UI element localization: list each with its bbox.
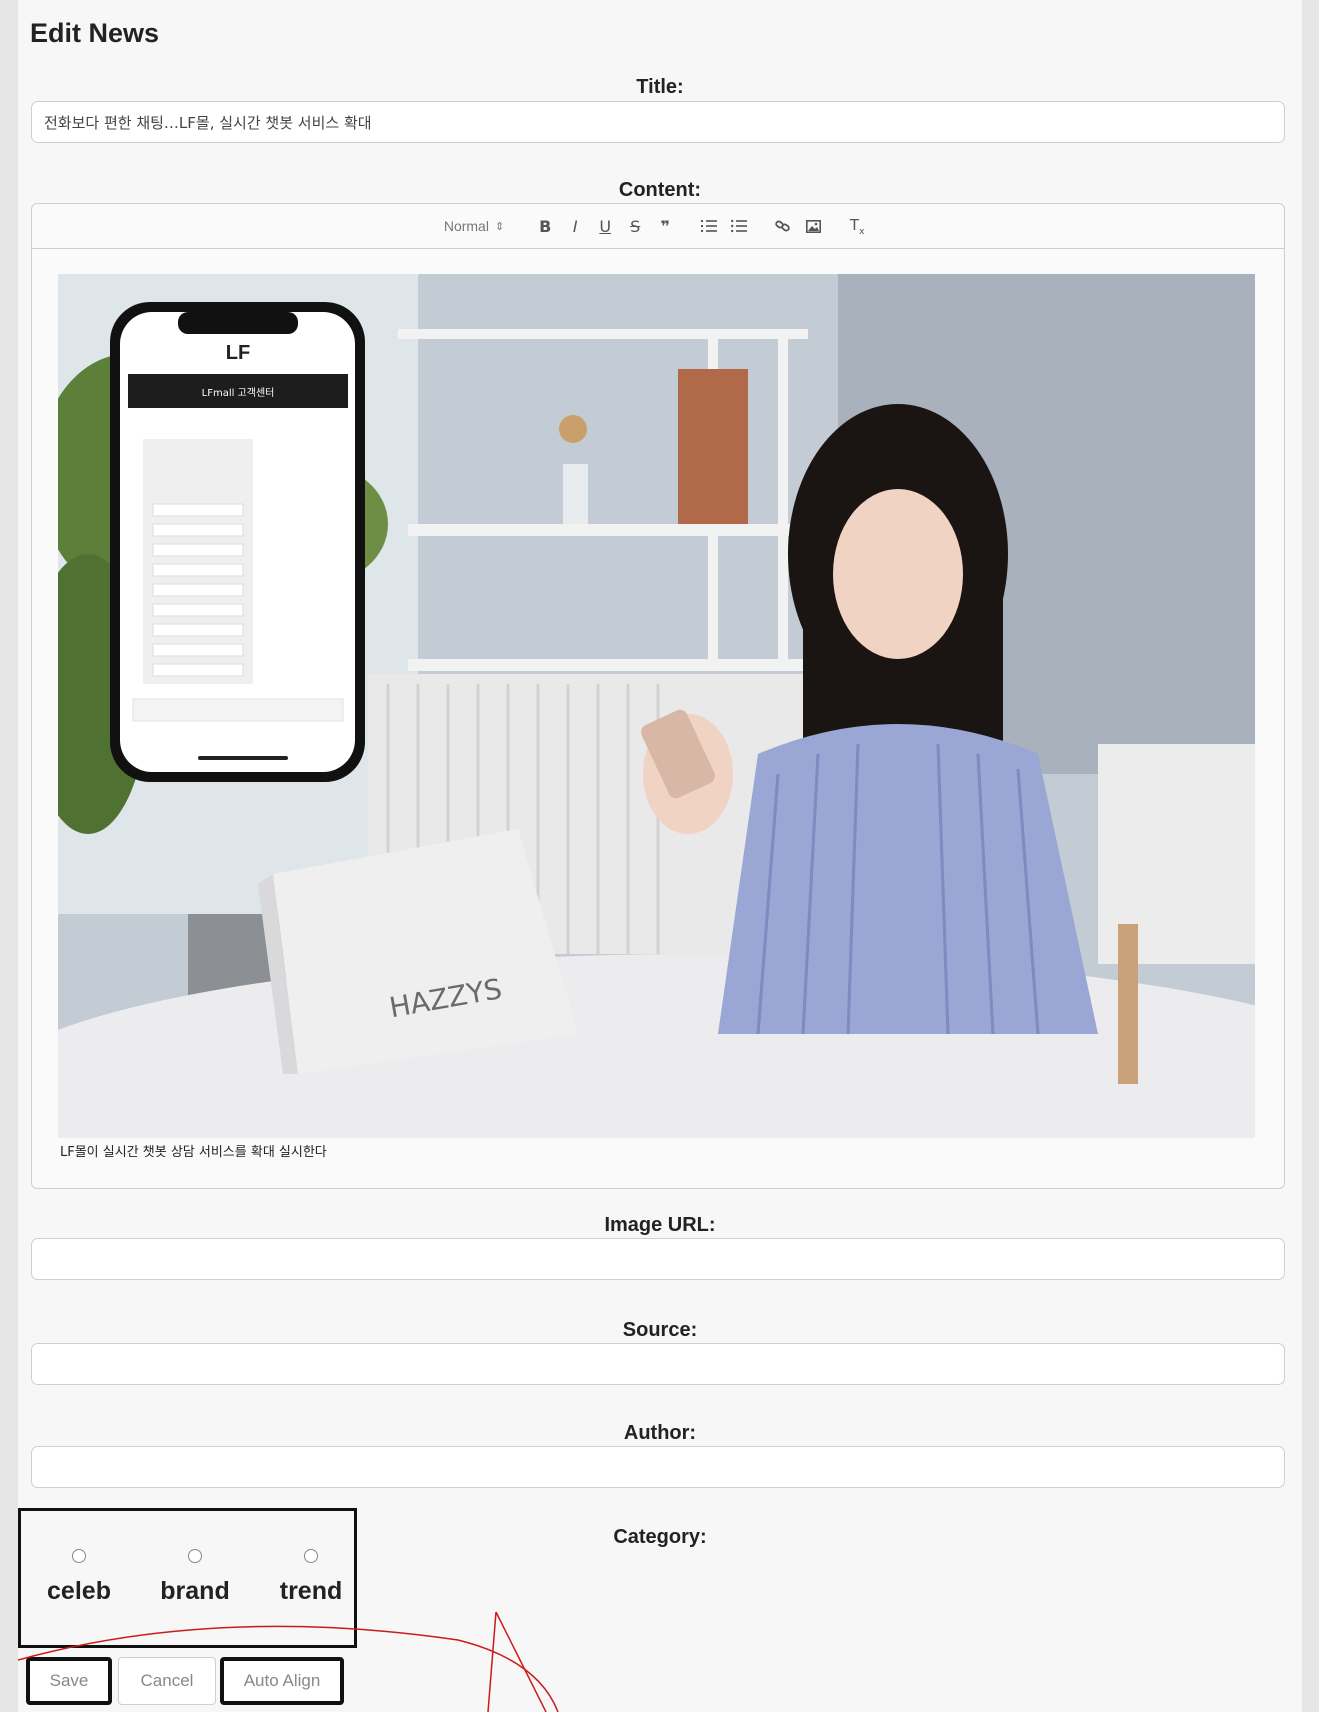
format-select[interactable]: Normal ⇕ bbox=[444, 218, 504, 234]
page-title: Edit News bbox=[30, 18, 160, 48]
bullet-list-icon bbox=[731, 219, 748, 233]
italic-icon: I bbox=[572, 216, 578, 236]
content-editor[interactable]: HAZZYS LF LFmall 고객센터 LF몰이 실시간 챗봇 상담 서비스… bbox=[31, 249, 1285, 1189]
format-select-value: Normal bbox=[443, 218, 489, 234]
radio-brand[interactable] bbox=[188, 1549, 202, 1563]
clear-format-button[interactable]: Tx bbox=[842, 212, 872, 240]
clear-format-icon: Tx bbox=[849, 215, 865, 237]
strike-button[interactable]: S bbox=[620, 212, 650, 240]
category-option-celeb[interactable]: celeb bbox=[29, 1549, 129, 1606]
select-arrows-icon: ⇕ bbox=[494, 220, 505, 233]
edit-news-page: Edit News Title: Content: Normal ⇕ B I U… bbox=[18, 0, 1302, 1712]
image-url-input[interactable] bbox=[31, 1238, 1285, 1280]
radio-trend[interactable] bbox=[304, 1549, 318, 1563]
image-icon bbox=[805, 219, 821, 233]
article-image: HAZZYS LF LFmall 고객센터 bbox=[58, 274, 1255, 1138]
link-button[interactable] bbox=[768, 212, 798, 240]
underline-button[interactable]: U bbox=[590, 212, 620, 240]
bold-button[interactable]: B bbox=[530, 212, 560, 240]
image-caption: LF몰이 실시간 챗봇 상담 서비스를 확대 실시한다 bbox=[60, 1145, 327, 1160]
bold-icon: B bbox=[539, 216, 552, 236]
editor-toolbar: Normal ⇕ B I U S ❞ Tx bbox=[31, 203, 1285, 249]
content-label: Content: bbox=[618, 179, 702, 201]
underline-icon: U bbox=[599, 216, 612, 236]
image-url-label: Image URL: bbox=[604, 1214, 716, 1236]
annotation-scribble bbox=[18, 1611, 559, 1712]
phone-logo-text: LF bbox=[226, 342, 250, 364]
ordered-list-button[interactable] bbox=[694, 212, 724, 240]
bullet-list-button[interactable] bbox=[724, 212, 754, 240]
category-option-brand[interactable]: brand bbox=[145, 1549, 245, 1606]
ordered-list-icon bbox=[701, 220, 718, 232]
quote-icon: ❞ bbox=[660, 216, 670, 236]
strikethrough-icon: S bbox=[630, 216, 641, 236]
title-input[interactable] bbox=[31, 101, 1285, 143]
link-icon bbox=[775, 220, 790, 232]
blockquote-button[interactable]: ❞ bbox=[650, 212, 680, 240]
title-label: Title: bbox=[636, 76, 684, 98]
author-input[interactable] bbox=[31, 1446, 1285, 1488]
radio-celeb[interactable] bbox=[72, 1549, 86, 1563]
source-input[interactable] bbox=[31, 1343, 1285, 1385]
author-label: Author: bbox=[623, 1422, 697, 1444]
source-label: Source: bbox=[622, 1319, 698, 1341]
italic-button[interactable]: I bbox=[560, 212, 590, 240]
category-option-trend[interactable]: trend bbox=[261, 1549, 361, 1606]
article-photo-illustration: HAZZYS LF LFmall 고객센터 bbox=[58, 274, 1255, 1138]
image-button[interactable] bbox=[798, 212, 828, 240]
phone-header-text: LFmall 고객센터 bbox=[202, 387, 275, 399]
